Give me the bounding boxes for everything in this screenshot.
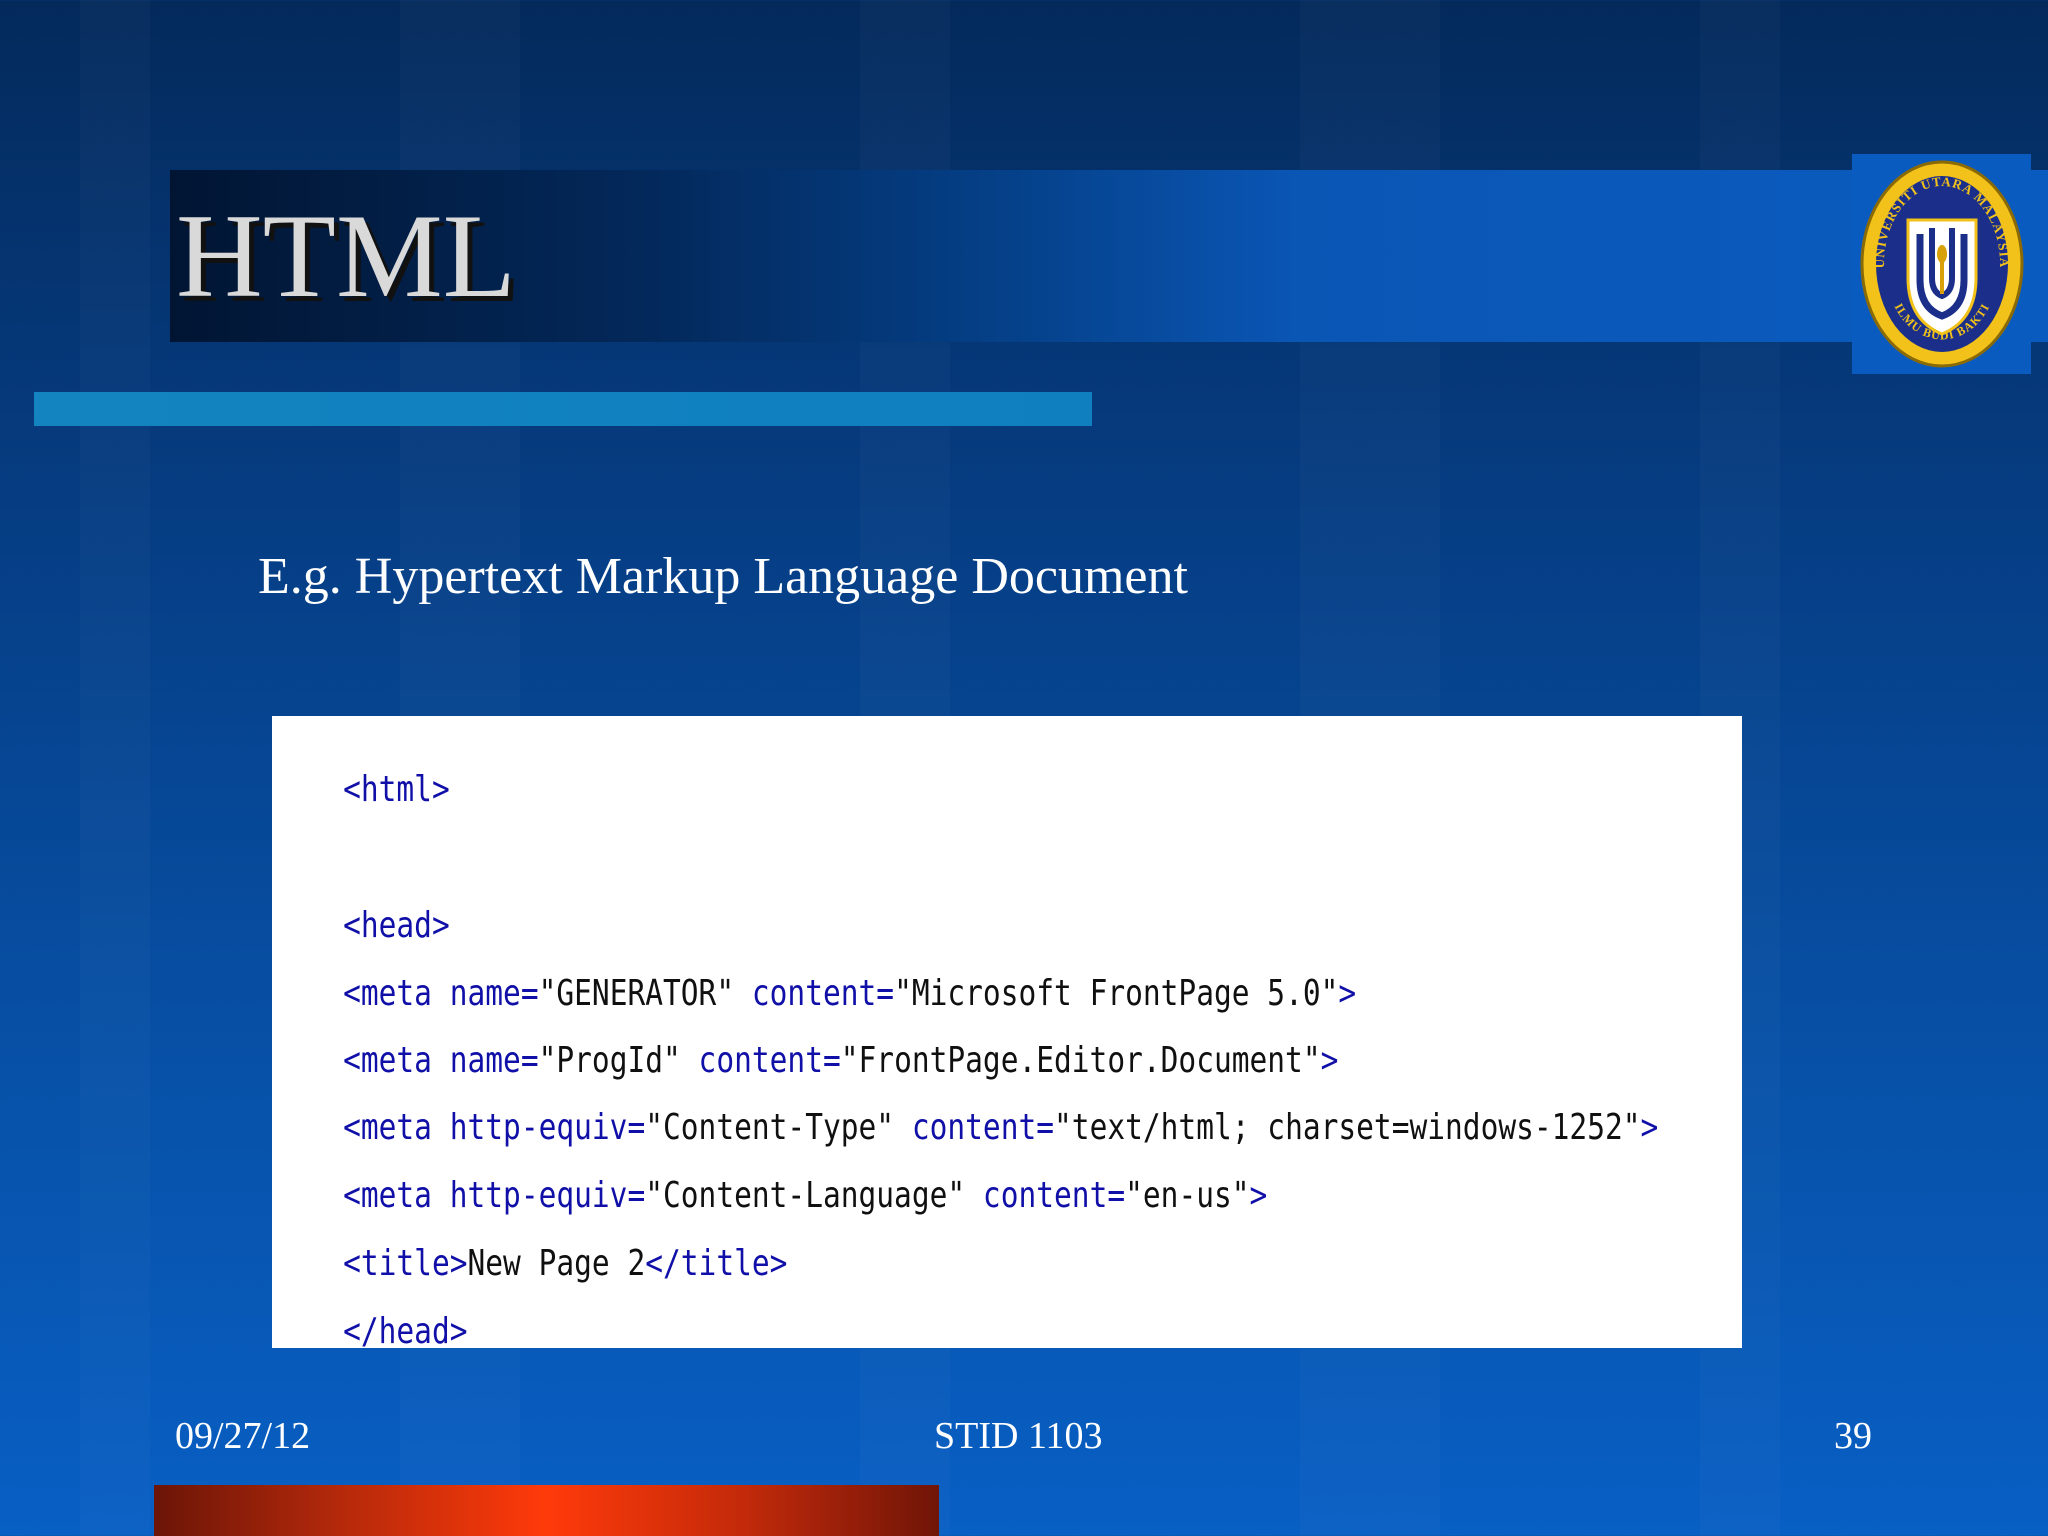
slide-subtitle: E.g. Hypertext Markup Language Document: [258, 548, 1188, 605]
footer-date: 09/27/12: [175, 1415, 311, 1457]
code-tag: >: [1640, 1107, 1659, 1148]
accent-bar: [34, 392, 1092, 426]
footer-accent-bar: [154, 1485, 939, 1536]
code-string: "en-us": [1125, 1175, 1250, 1216]
code-tag: </head>: [343, 1311, 468, 1349]
code-string: New Page 2: [467, 1243, 646, 1284]
university-logo: UNIVERSITI UTARA MALAYSIA ILMU BUDI BAKT…: [1860, 160, 2024, 368]
code-line: </head>: [272, 1278, 468, 1349]
slide-title: HTML: [176, 189, 516, 322]
code-screenshot: <html> <head> <meta name="GENERATOR" con…: [272, 716, 1742, 1348]
code-tag: </title>: [645, 1243, 788, 1284]
footer-page-number: 39: [1834, 1415, 1872, 1457]
background-stripe: [80, 0, 150, 1536]
code-tag: >: [1338, 973, 1357, 1014]
code-tag: <html>: [343, 769, 450, 810]
footer-course-code: STID 1103: [934, 1415, 1103, 1457]
code-line: <html>: [272, 736, 450, 844]
code-tag: content=: [965, 1175, 1126, 1216]
code-tag: >: [1249, 1175, 1268, 1216]
